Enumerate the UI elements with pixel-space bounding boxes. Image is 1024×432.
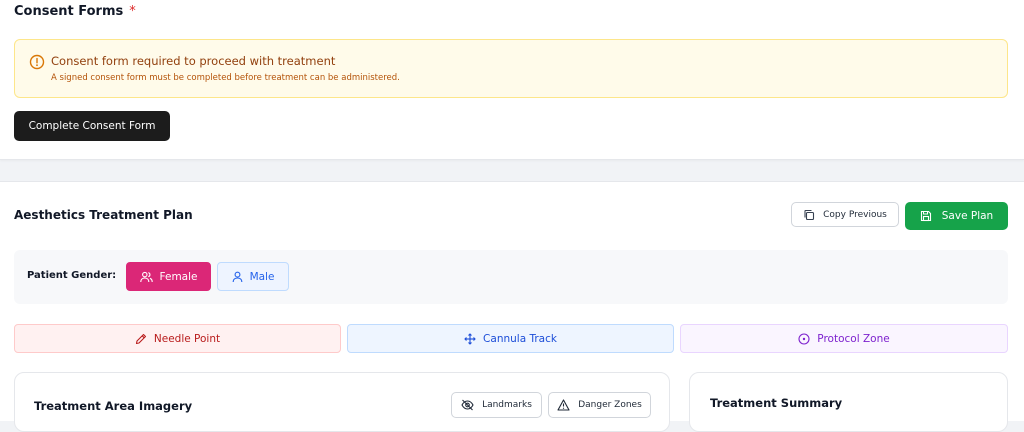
gender-female-label: Female [159,270,198,283]
save-icon [920,210,932,222]
move-icon [464,332,476,345]
gender-female-button[interactable]: Female [126,262,211,291]
copy-previous-button[interactable]: Copy Previous [791,202,899,227]
target-icon [798,332,810,345]
save-plan-button[interactable]: Save Plan [905,202,1008,230]
consent-forms-title-text: Consent Forms [14,4,124,19]
danger-zones-label: Danger Zones [578,400,642,410]
copy-icon [803,209,815,221]
copy-previous-label: Copy Previous [823,209,887,220]
save-plan-label: Save Plan [941,210,994,222]
summary-title: Treatment Summary [710,396,843,410]
needle-point-label: Needle Point [153,332,221,345]
required-marker: * [129,4,136,19]
pen-icon [135,333,147,345]
cannula-track-label: Cannula Track [483,332,557,345]
consent-forms-card: Consent Forms * Consent form required to … [0,0,1024,160]
treatment-summary-panel: Treatment Summary [689,372,1008,432]
gender-male-button[interactable]: Male [217,262,289,291]
treatment-plan-card: Aesthetics Treatment Plan Copy Previous … [0,181,1024,432]
patient-gender-selector: Patient Gender: Female Male [14,250,1008,304]
landmarks-toggle-button[interactable]: Landmarks [451,392,542,418]
alert-circle-icon [29,54,45,70]
user-icon [232,271,243,283]
treatment-area-imagery-panel: Treatment Area Imagery Landmarks Danger … [14,372,670,432]
consent-forms-title: Consent Forms * [14,4,136,19]
complete-consent-form-button[interactable]: Complete Consent Form [14,111,170,141]
consent-required-alert: Consent form required to proceed with tr… [14,39,1008,98]
warning-triangle-icon [557,399,570,411]
gender-male-label: Male [249,270,275,283]
plan-title: Aesthetics Treatment Plan [14,208,193,222]
cannula-track-tool-button[interactable]: Cannula Track [347,324,674,353]
users-icon [139,271,153,283]
landmarks-label: Landmarks [482,400,532,410]
protocol-zone-label: Protocol Zone [817,332,890,345]
protocol-zone-tool-button[interactable]: Protocol Zone [680,324,1008,353]
imagery-title: Treatment Area Imagery [34,399,193,413]
patient-gender-label: Patient Gender: [27,270,117,281]
needle-point-tool-button[interactable]: Needle Point [14,324,341,353]
eye-off-icon [461,399,474,411]
danger-zones-toggle-button[interactable]: Danger Zones [548,392,651,418]
alert-description: A signed consent form must be completed … [51,73,400,83]
alert-title: Consent form required to proceed with tr… [51,54,336,68]
